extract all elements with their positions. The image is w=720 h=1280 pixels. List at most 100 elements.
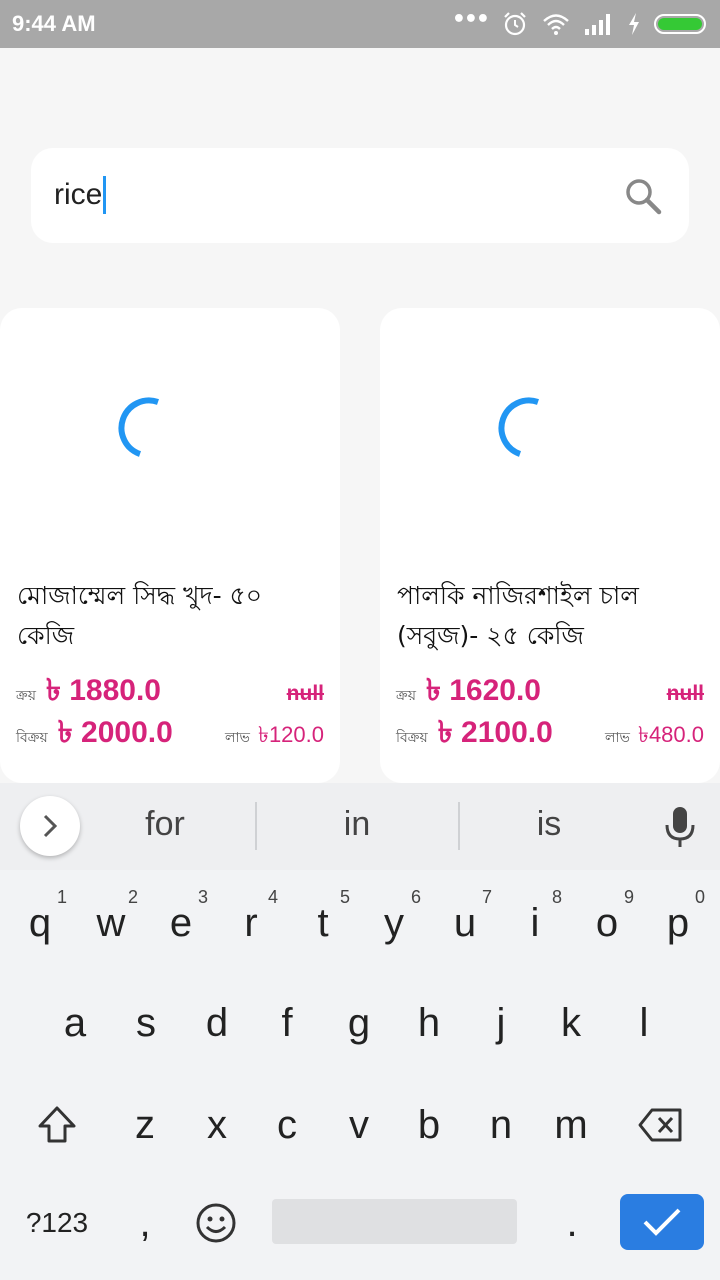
key-letter: e <box>169 900 193 945</box>
key-letter: i <box>530 900 540 945</box>
key-w[interactable]: w2 <box>76 883 146 963</box>
alarm-icon <box>504 12 526 36</box>
shift-icon <box>38 1106 76 1143</box>
key-k[interactable]: k <box>536 983 606 1063</box>
key-number-hint: 0 <box>694 887 705 907</box>
symbols-key[interactable]: ?123 <box>22 1183 92 1263</box>
key-p[interactable]: p0 <box>643 883 713 963</box>
key-y[interactable]: y6 <box>359 883 429 963</box>
key-l[interactable]: l <box>609 983 679 1063</box>
product-card[interactable]: মোজাম্মেল সিদ্ধ খুদ- ৫০ কেজি ক্রয় ৳ 188… <box>0 308 340 783</box>
emoji-key[interactable] <box>181 1183 251 1263</box>
microphone-icon[interactable] <box>662 805 698 849</box>
suggestion-3[interactable]: is <box>474 805 624 844</box>
key-number-hint: 7 <box>481 887 492 907</box>
key-m[interactable]: m <box>536 1085 606 1165</box>
key-c[interactable]: c <box>252 1085 322 1165</box>
key-number-hint: 9 <box>623 887 634 907</box>
sell-price: ৳ 2100.0 <box>437 716 553 749</box>
wifi-icon <box>543 14 569 35</box>
key-number-hint: 8 <box>551 887 562 907</box>
sell-price-row: বিক্রয় ৳ 2000.0 লাভ ৳120.0 <box>16 708 324 759</box>
period-key[interactable]: . <box>537 1183 607 1263</box>
suggestion-2[interactable]: in <box>282 805 432 844</box>
backspace-icon <box>638 1108 682 1142</box>
emoji-icon <box>196 1203 236 1243</box>
key-a[interactable]: a <box>40 983 110 1063</box>
key-s[interactable]: s <box>111 983 181 1063</box>
key-r[interactable]: r4 <box>216 883 286 963</box>
sell-label: বিক্রয় <box>396 730 428 746</box>
status-bar: 9:44 AM ••• <box>0 0 720 48</box>
suggestion-bar: for in is <box>0 783 720 870</box>
key-u[interactable]: u7 <box>430 883 500 963</box>
key-z[interactable]: z <box>110 1085 180 1165</box>
shift-key[interactable] <box>22 1085 92 1165</box>
soft-keyboard: for in is q1w2e3r4t5y6u7i8o9p0 asdfghjkl… <box>0 783 720 1280</box>
key-x[interactable]: x <box>182 1085 252 1165</box>
suggestion-divider <box>458 802 460 850</box>
charging-icon <box>629 13 639 35</box>
key-e[interactable]: e3 <box>146 883 216 963</box>
key-letter: w <box>96 900 126 945</box>
key-letter: u <box>453 900 477 945</box>
chevron-right-icon <box>43 814 58 838</box>
buy-label: ক্রয় <box>396 688 416 704</box>
suggestion-divider <box>255 802 257 850</box>
product-title: মোজাম্মেল সিদ্ধ খুদ- ৫০ কেজি <box>17 581 263 650</box>
buy-label: ক্রয় <box>16 688 36 704</box>
key-o[interactable]: o9 <box>572 883 642 963</box>
loading-spinner-icon <box>118 397 159 457</box>
sell-price-row: বিক্রয় ৳ 2100.0 লাভ ৳480.0 <box>396 708 704 759</box>
profit-value: ৳120.0 <box>257 722 324 747</box>
key-number-hint: 1 <box>56 887 67 907</box>
key-v[interactable]: v <box>324 1085 394 1165</box>
key-g[interactable]: g <box>324 983 394 1063</box>
key-q[interactable]: q1 <box>5 883 75 963</box>
search-icon[interactable] <box>623 176 663 216</box>
product-title: পালকি নাজিরশাইল চাল (সবুজ)- ২৫ কেজি <box>397 581 639 650</box>
signal-icon <box>585 14 610 35</box>
search-input[interactable]: rice <box>54 176 107 214</box>
key-d[interactable]: d <box>182 983 252 1063</box>
profit-label: লাভ <box>225 730 250 746</box>
key-j[interactable]: j <box>466 983 536 1063</box>
more-dots-icon: ••• <box>451 7 490 32</box>
battery-level <box>658 18 702 30</box>
key-number-hint: 2 <box>127 887 138 907</box>
key-letter: p <box>666 900 690 945</box>
text-caret <box>103 176 107 214</box>
comma-key[interactable]: , <box>110 1183 180 1263</box>
key-t[interactable]: t5 <box>288 883 358 963</box>
key-letter: r <box>244 900 258 945</box>
key-number-hint: 3 <box>197 887 208 907</box>
suggestion-1[interactable]: for <box>90 805 240 844</box>
profit: লাভ ৳480.0 <box>605 718 704 755</box>
search-bar[interactable]: rice <box>31 148 689 243</box>
loading-spinner-icon <box>498 397 539 457</box>
space-bar[interactable] <box>272 1199 517 1244</box>
status-time: 9:44 AM <box>12 11 96 36</box>
profit: লাভ ৳120.0 <box>225 718 324 755</box>
done-key[interactable] <box>620 1194 704 1250</box>
product-card[interactable]: পালকি নাজিরশাইল চাল (সবুজ)- ২৫ কেজি ক্রয… <box>380 308 720 783</box>
sell-price: ৳ 2000.0 <box>57 716 173 749</box>
backspace-key[interactable] <box>626 1085 696 1165</box>
key-h[interactable]: h <box>394 983 464 1063</box>
key-n[interactable]: n <box>466 1085 536 1165</box>
status-icons: ••• <box>451 7 706 38</box>
profit-value: ৳480.0 <box>637 722 704 747</box>
key-b[interactable]: b <box>394 1085 464 1165</box>
key-i[interactable]: i8 <box>500 883 570 963</box>
checkmark-icon <box>643 1208 681 1236</box>
expand-toolbar-button[interactable] <box>20 796 80 856</box>
key-f[interactable]: f <box>252 983 322 1063</box>
sell-label: বিক্রয় <box>16 730 48 746</box>
key-letter: y <box>384 900 404 945</box>
key-number-hint: 5 <box>339 887 350 907</box>
old-price: null <box>286 682 324 705</box>
key-letter: q <box>28 900 52 945</box>
profit-label: লাভ <box>605 730 630 746</box>
key-number-hint: 4 <box>267 887 278 907</box>
old-price: null <box>666 682 704 705</box>
